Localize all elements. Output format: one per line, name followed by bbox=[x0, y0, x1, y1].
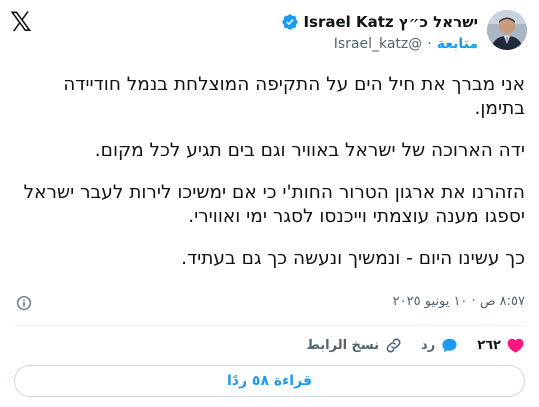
like-count: ٢٦٢ bbox=[477, 337, 501, 353]
author-name-row[interactable]: ישראל כ״ץ Israel Katz bbox=[281, 11, 478, 33]
heart-icon bbox=[507, 338, 524, 353]
info-icon[interactable] bbox=[16, 295, 32, 311]
avatar[interactable] bbox=[487, 10, 527, 50]
tweet-paragraph: ידה הארוכה של ישראל באוויר וגם בים תגיע … bbox=[94, 140, 525, 161]
follow-button[interactable]: متابعة bbox=[437, 34, 478, 54]
copy-link-label: نسخ الرابط bbox=[306, 337, 380, 353]
read-replies-button[interactable]: قراءة ٥٨ ردًا bbox=[14, 365, 525, 397]
copy-link-button[interactable]: نسخ الرابط bbox=[306, 336, 403, 355]
author-handle[interactable]: @Israel_katz bbox=[334, 34, 423, 54]
tweet-card: 𝕏 ישראל כ״ץ Israel Katz متابعة · @Israel… bbox=[0, 0, 539, 407]
separator-dot: · bbox=[427, 36, 432, 52]
x-logo-icon[interactable]: 𝕏 bbox=[10, 8, 32, 38]
like-button[interactable]: ٢٦٢ bbox=[477, 336, 525, 355]
tweet-text: אני מברך את חיל הים על התקיפה המוצלחת בנ… bbox=[16, 73, 525, 271]
verified-badge-icon bbox=[282, 14, 299, 30]
tweet-paragraph: כך עשינו היום - ונמשיך ונעשה כך גם בעתיד… bbox=[181, 248, 525, 269]
tweet-paragraph: הזהרנו את ארגון הטרור החות'י כי אם ימשיכ… bbox=[23, 182, 525, 227]
handle-row: متابعة · @Israel_katz bbox=[334, 34, 478, 54]
action-bar: ٢٦٢ رد نسخ الرابط bbox=[306, 333, 525, 357]
link-icon bbox=[386, 338, 401, 352]
tweet-paragraph: אני מברך את חיל הים על התקיפה המוצלחת בנ… bbox=[63, 74, 525, 119]
divider bbox=[14, 325, 525, 326]
display-name[interactable]: ישראל כ״ץ Israel Katz bbox=[303, 11, 478, 33]
reply-bubble-icon bbox=[442, 338, 457, 352]
reply-label: رد bbox=[421, 337, 436, 353]
tweet-timestamp[interactable]: ٨:٥٧ ص · ١٠ يونيو ٢٠٢٥ bbox=[393, 292, 525, 312]
reply-button[interactable]: رد bbox=[421, 336, 459, 355]
